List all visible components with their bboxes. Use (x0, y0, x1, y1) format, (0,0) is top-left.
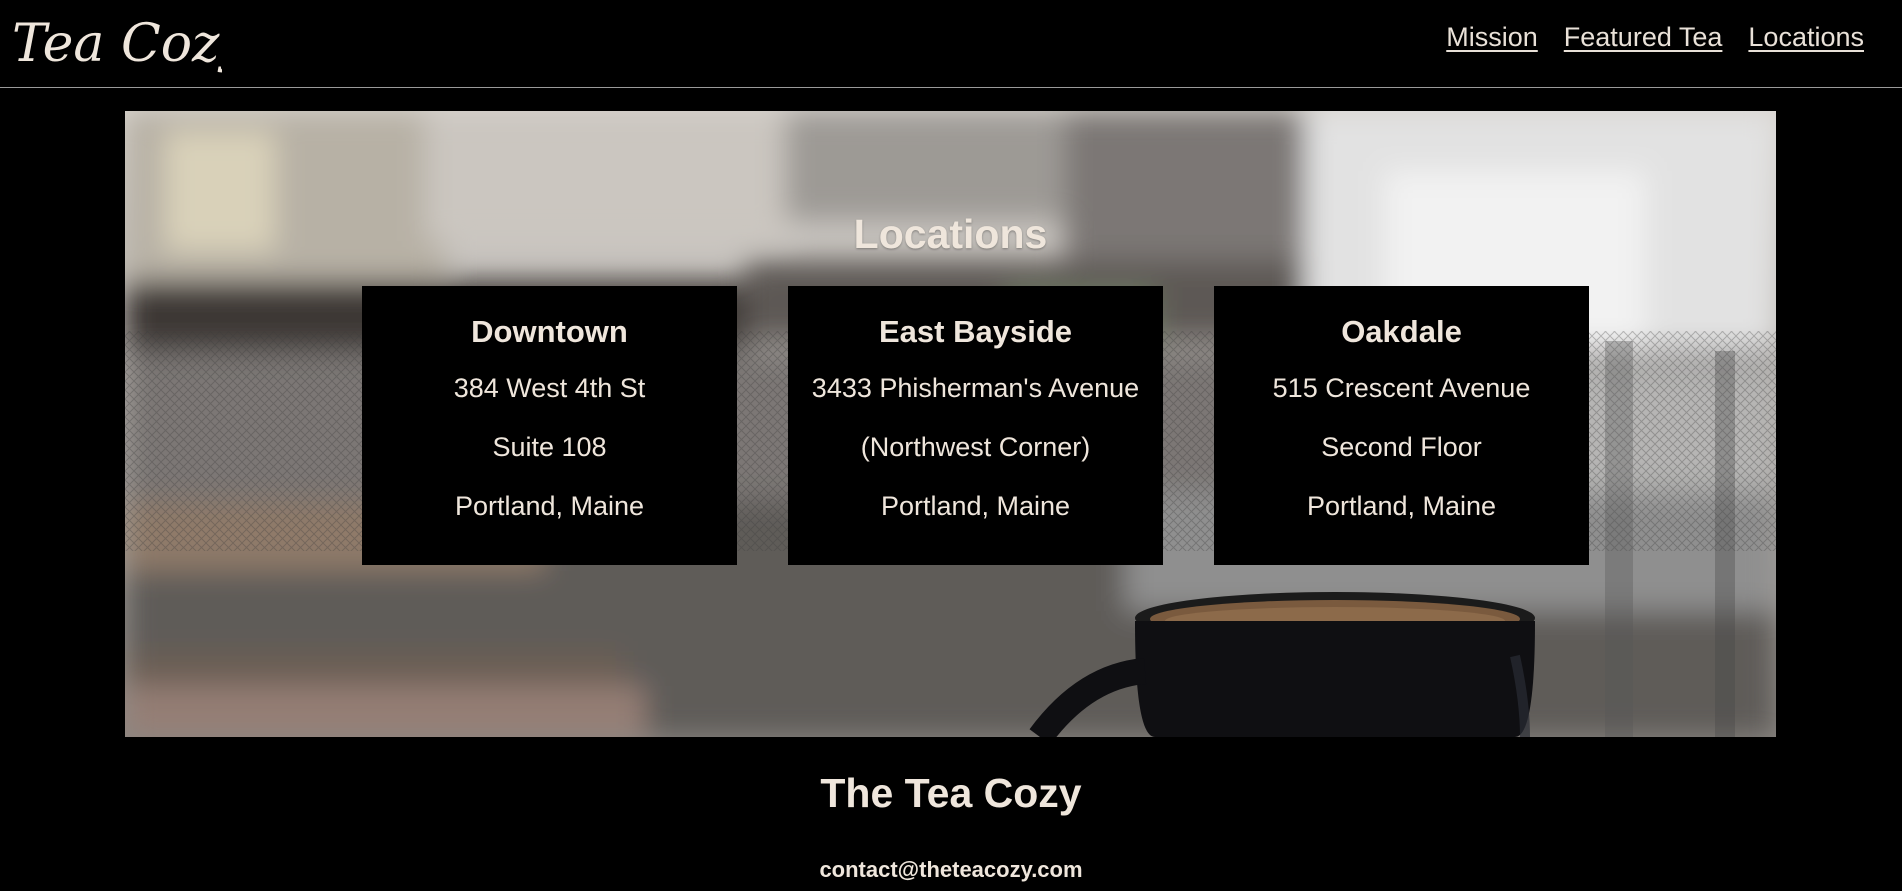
location-name: East Bayside (879, 314, 1072, 349)
location-cards: Downtown 384 West 4th St Suite 108 Portl… (362, 286, 1589, 565)
address-line: Portland, Maine (880, 491, 1071, 521)
address-line: 384 West 4th St (453, 373, 646, 403)
location-name: Oakdale (1341, 314, 1462, 349)
locations-section: Locations Downtown 384 West 4th St Suite… (125, 111, 1776, 737)
site-header: Tea Cozy Mission Featured Tea Locations (0, 0, 1902, 88)
address-line: Portland, Maine (454, 491, 645, 521)
address-line: 3433 Phisherman's Avenue (811, 373, 1140, 403)
footer-title: The Tea Cozy (820, 770, 1082, 816)
locations-title: Locations (853, 211, 1048, 258)
nav-locations-link[interactable]: Locations (1748, 22, 1864, 53)
address-line: Second Floor (1321, 432, 1482, 462)
svg-text:Tea Cozy: Tea Cozy (12, 14, 222, 74)
nav-mission-link[interactable]: Mission (1446, 22, 1538, 53)
nav-featured-tea-link[interactable]: Featured Tea (1564, 22, 1723, 53)
address-line: (Northwest Corner) (860, 432, 1091, 462)
address-line: Suite 108 (492, 432, 607, 462)
location-card-east-bayside: East Bayside 3433 Phisherman's Avenue (N… (788, 286, 1163, 565)
address-line: Portland, Maine (1306, 491, 1497, 521)
main-nav: Mission Featured Tea Locations (1446, 22, 1864, 53)
location-name: Downtown (471, 314, 628, 349)
footer-email[interactable]: contact@theteacozy.com (0, 857, 1902, 883)
tea-cozy-logo-icon: Tea Cozy (12, 14, 222, 74)
address-line: 515 Crescent Avenue (1272, 373, 1531, 403)
logo[interactable]: Tea Cozy (12, 0, 222, 87)
location-card-downtown: Downtown 384 West 4th St Suite 108 Portl… (362, 286, 737, 565)
location-card-oakdale: Oakdale 515 Crescent Avenue Second Floor… (1214, 286, 1589, 565)
